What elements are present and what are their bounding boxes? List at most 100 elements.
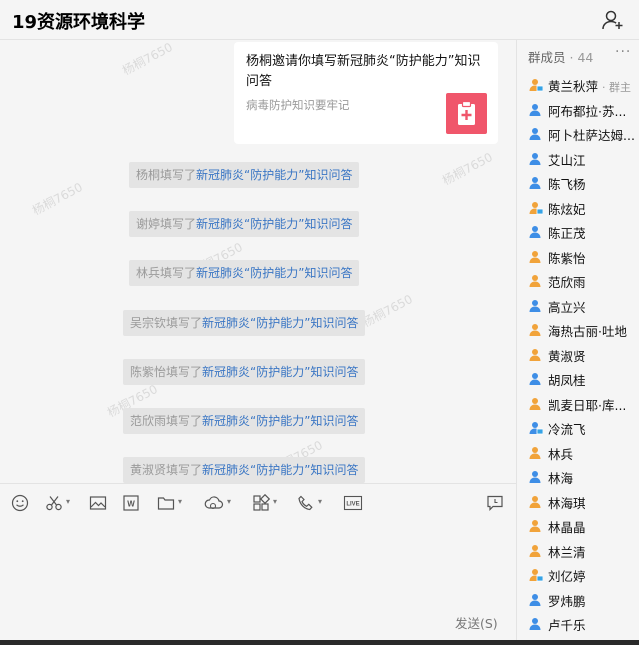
member-item[interactable]: 林兰清 (517, 538, 639, 562)
scissors-icon[interactable] (45, 494, 63, 514)
user-icon (529, 322, 543, 336)
chevron-down-icon[interactable]: ▾ (227, 497, 231, 506)
system-message: 范欣雨填写了新冠肺炎“防护能力”知识问答 (123, 408, 366, 434)
user-icon (529, 469, 543, 483)
member-name: 海热古丽·吐地 (548, 324, 627, 339)
member-count: 44 (577, 50, 594, 65)
word-doc-icon[interactable]: W (122, 494, 140, 514)
member-panel: 群成员 · 44 ··· 黄兰秋萍 · 群主阿布都拉·苏... 阿卜杜萨达姆...… (517, 40, 639, 645)
group-title: 19资源环境科学 (12, 12, 146, 33)
user-icon (529, 249, 543, 263)
survey-link[interactable]: 新冠肺炎“防护能力”知识问答 (202, 414, 358, 428)
member-name: 罗炜鹏 (548, 593, 586, 609)
member-item[interactable]: 范欣雨 (517, 268, 639, 292)
phone-icon[interactable] (297, 494, 315, 514)
member-name: 林海 (548, 471, 574, 486)
member-item[interactable]: 黄兰秋萍 · 群主 (517, 72, 639, 96)
chat-history-icon[interactable] (486, 494, 504, 514)
member-item[interactable]: 阿布都拉·苏... (517, 97, 639, 121)
member-name: 刘亿婷 (548, 569, 586, 584)
user-icon (529, 518, 543, 532)
user-icon (529, 151, 543, 165)
survey-card[interactable]: 杨桐邀请你填写新冠肺炎“防护能力”知识问答 病毒防护知识要牢记 (234, 42, 498, 144)
member-name: 范欣雨 (548, 275, 586, 290)
member-item[interactable]: 凯麦日耶·库... (517, 391, 639, 415)
member-item[interactable]: 林兵 (517, 440, 639, 464)
member-item[interactable]: 高立兴 (517, 293, 639, 317)
more-icon[interactable]: ··· (615, 44, 631, 60)
member-name: 陈炫妃 (548, 201, 586, 217)
survey-link[interactable]: 新冠肺炎“防护能力”知识问答 (196, 217, 352, 231)
cloud-icon[interactable] (204, 494, 224, 514)
survey-link[interactable]: 新冠肺炎“防护能力”知识问答 (196, 266, 352, 280)
member-name: 陈飞杨 (548, 177, 586, 192)
member-name: 林海琪 (548, 495, 586, 511)
watermark: 杨桐7650 (440, 149, 495, 188)
system-message: 陈紫怡填写了新冠肺炎“防护能力”知识问答 (123, 359, 366, 385)
survey-link[interactable]: 新冠肺炎“防护能力”知识问答 (196, 168, 352, 182)
system-message: 黄淑贤填写了新冠肺炎“防护能力”知识问答 (123, 457, 366, 483)
send-button[interactable]: 发送(S) (455, 613, 498, 632)
user-icon (529, 273, 543, 287)
member-name: 黄兰秋萍 · 群主 (548, 79, 631, 94)
member-panel-header: 群成员 · 44 (528, 50, 594, 65)
member-item[interactable]: 黄淑贤 (517, 342, 639, 366)
member-item[interactable]: 海热古丽·吐地 (517, 317, 639, 341)
member-name: 林兰清 (548, 544, 586, 560)
chevron-down-icon[interactable]: ▾ (66, 497, 70, 506)
chevron-down-icon[interactable]: ▾ (318, 497, 322, 506)
user-icon (529, 77, 544, 92)
system-message: 谢婷填写了新冠肺炎“防护能力”知识问答 (129, 211, 360, 237)
member-item[interactable]: 林海 (517, 464, 639, 488)
user-icon (529, 420, 544, 435)
chat-header: 19资源环境科学 (0, 0, 639, 40)
taskbar (0, 640, 639, 645)
member-item[interactable]: 陈炫妃 (517, 195, 639, 219)
member-item[interactable]: 阿卜杜萨达姆... (517, 121, 639, 145)
image-icon[interactable] (89, 494, 107, 514)
member-item[interactable]: 刘亿婷 (517, 562, 639, 586)
watermark: 杨桐7650 (360, 291, 415, 330)
user-icon (529, 543, 543, 557)
card-subtitle: 病毒防护知识要牢记 (246, 98, 350, 112)
survey-link[interactable]: 新冠肺炎“防护能力”知识问答 (202, 365, 358, 379)
user-icon (529, 102, 543, 116)
member-item[interactable]: 胡凤桂 (517, 366, 639, 390)
message-area[interactable]: 杨桐7650 杨桐7650 杨桐7650 杨桐7650 杨桐7650 杨桐765… (0, 40, 516, 483)
member-name: 林晶晶 (548, 520, 586, 535)
member-name: 陈紫怡 (548, 250, 586, 266)
member-name: 陈正茂 (548, 226, 586, 241)
user-icon (529, 347, 543, 361)
svg-text:W: W (127, 500, 135, 509)
member-item[interactable]: 艾山江 (517, 146, 639, 170)
user-icon (529, 298, 543, 312)
member-item[interactable]: 陈飞杨 (517, 170, 639, 194)
chevron-down-icon[interactable]: ▾ (273, 497, 277, 506)
add-person-icon[interactable] (601, 8, 625, 32)
member-item[interactable]: 卢千乐 (517, 611, 639, 635)
member-name: 胡凤桂 (548, 373, 586, 388)
system-message: 林兵填写了新冠肺炎“防护能力”知识问答 (129, 260, 360, 286)
member-item[interactable]: 冷流飞 (517, 415, 639, 439)
member-item[interactable]: 林海琪 (517, 489, 639, 513)
emoji-icon[interactable] (11, 494, 29, 514)
survey-link[interactable]: 新冠肺炎“防护能力”知识问答 (202, 316, 358, 330)
chevron-down-icon[interactable]: ▾ (178, 497, 182, 506)
member-item[interactable]: 陈正茂 (517, 219, 639, 243)
member-item[interactable]: 陈紫怡 (517, 244, 639, 268)
member-item[interactable]: 罗炜鹏 (517, 587, 639, 611)
user-icon (529, 126, 543, 140)
member-name: 林兵 (548, 446, 574, 462)
folder-icon[interactable] (157, 494, 175, 514)
user-icon (529, 200, 544, 214)
user-icon (529, 175, 543, 189)
member-name: 冷流飞 (548, 422, 586, 437)
live-icon[interactable]: LIVE (343, 494, 363, 514)
survey-link[interactable]: 新冠肺炎“防护能力”知识问答 (202, 463, 358, 477)
message-input[interactable] (0, 523, 516, 623)
composer-toolbar: ▾ W ▾ ▾ ▾ ▾ LIVE (0, 483, 516, 523)
system-message: 杨桐填写了新冠肺炎“防护能力”知识问答 (129, 162, 360, 188)
member-item[interactable]: 林晶晶 (517, 513, 639, 537)
apps-icon[interactable] (252, 494, 270, 514)
member-name: 阿卜杜萨达姆... (548, 128, 635, 143)
